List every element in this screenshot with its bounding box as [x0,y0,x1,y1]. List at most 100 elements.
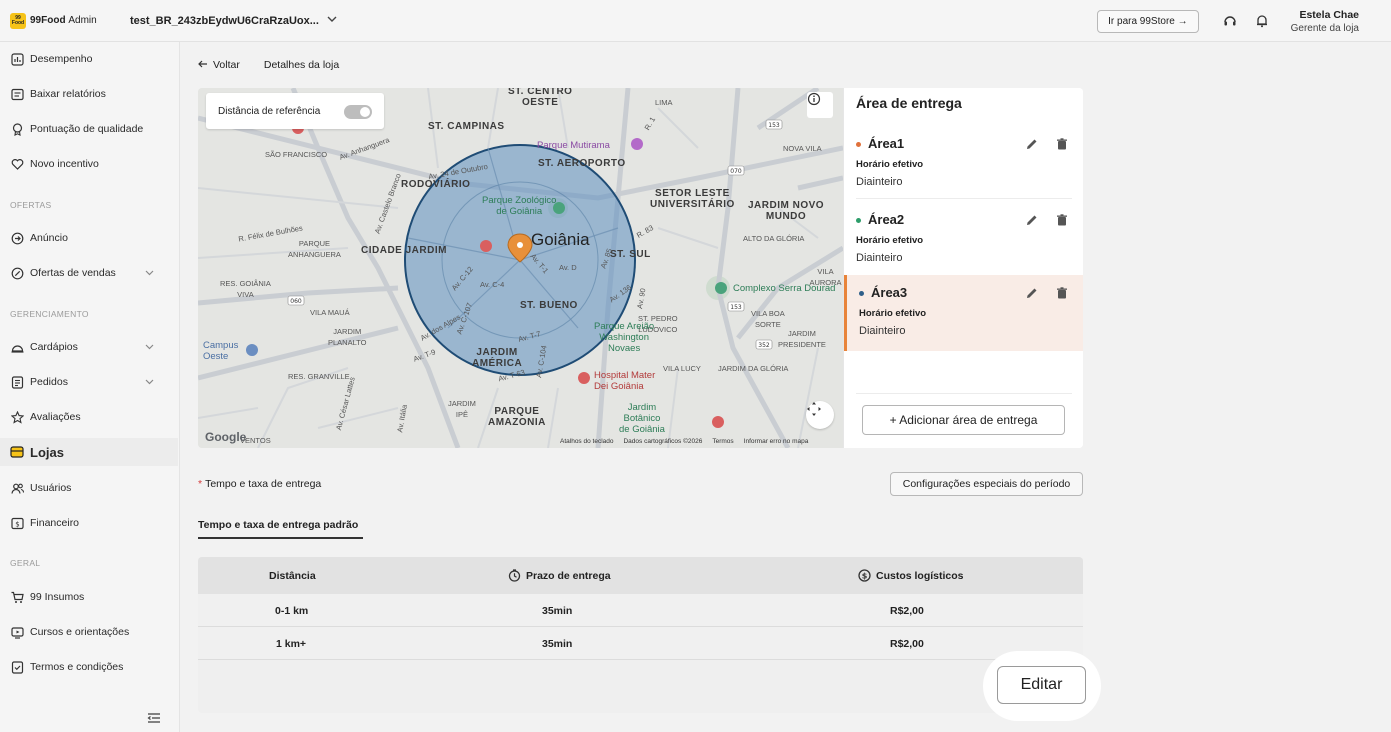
sidebar-item-cursos[interactable]: Cursos e orientações [10,618,170,646]
chevron-down-icon [145,268,154,278]
sidebar: Desempenho Baixar relatórios Pontuação d… [0,42,180,732]
map-label-city: Goiânia [531,230,590,249]
area-panel-title: Área de entrega [856,95,962,111]
map-label-parque-anhanguera: PARQUE ANHANGUERA [288,239,341,259]
route-shield: 070 [730,168,742,175]
breadcrumb-current: Detalhes da loja [263,59,340,71]
column-header-label: Distância [269,570,316,582]
map-footer-terms[interactable]: Termos [712,438,733,445]
route-shield: 153 [730,304,742,311]
pencil-icon[interactable] [1025,286,1039,300]
table-row: 0-1 km 35min R$2,00 [198,594,1083,627]
sidebar-item-label: Desempenho [30,53,93,65]
map-label-jardim-planalto: JARDIM PLANALTO [328,327,367,347]
map-poi-jardim-botanico: Jardim Botânico de Goiânia [619,402,665,435]
sidebar-item-lojas[interactable]: Lojas [0,438,178,466]
list-icon [10,375,24,389]
area-item-1[interactable]: Área1 Horário efetivo Diainteiro [844,126,1083,202]
sidebar-item-label: Avaliações [30,411,81,423]
clock-icon [508,569,521,582]
user-menu[interactable]: Estela Chae Gerente da loja [1291,9,1359,34]
chevron-down-icon [145,342,154,352]
map-label-st-centro-oeste: ST. CENTRO OESTE [508,88,573,108]
cell-cost: R$2,00 [890,638,924,650]
breadcrumb: Voltar Detalhes da loja [198,59,339,71]
map-footer: Atalhos do teclado Dados cartográficos ©… [560,438,808,445]
trash-icon[interactable] [1055,213,1069,227]
arrow-circle-icon [10,231,24,245]
sidebar-item-pedidos[interactable]: Pedidos [10,368,170,396]
area-item-3[interactable]: Área3 Horário efetivo Diainteiro [844,275,1083,351]
map-label-jardim-presidente: JARDIM PRESIDENTE [778,329,826,349]
store-selector[interactable]: test_BR_243zbEydwU6CraRzaUox... [130,15,337,27]
add-delivery-area-button[interactable]: + Adicionar área de entrega [862,405,1065,435]
area-schedule-label: Horário efetivo [856,159,924,170]
sidebar-item-label: Lojas [30,444,64,460]
map-poi-complexo-serra: Complexo Serra Dourad [733,283,836,294]
map-label-alto-da-gloria: ALTO DA GLÓRIA [743,234,805,243]
sidebar-item-99-insumos[interactable]: 99 Insumos [10,583,170,611]
svg-text:$: $ [15,520,19,528]
area-item-2[interactable]: Área2 Horário efetivo Diainteiro [844,202,1083,278]
map-footer-report[interactable]: Informar erro no mapa [744,438,809,445]
sidebar-item-ofertas-vendas[interactable]: Ofertas de vendas [10,259,170,287]
map-info-button[interactable] [807,92,833,118]
required-marker: * [198,478,203,490]
cell-time: 35min [542,605,573,617]
store-icon [10,445,24,459]
map-label-vila-lucy: VILA LUCY [663,364,701,373]
area-schedule-value: Diainteiro [856,176,903,188]
sidebar-item-termos[interactable]: Termos e condições [10,653,170,681]
bell-icon[interactable] [1255,14,1269,28]
trash-icon[interactable] [1055,137,1069,151]
heart-icon [10,157,24,171]
sidebar-item-cardapios[interactable]: Cardápios [10,333,170,361]
pencil-icon[interactable] [1025,137,1039,151]
column-header-cost: $ Custos logísticos [858,569,964,582]
badge-icon [10,122,24,136]
area-color-dot [856,218,861,223]
sidebar-item-pontuacao[interactable]: Pontuação de qualidade [10,115,170,143]
edit-button[interactable]: Editar [997,666,1086,704]
map-label-st-aeroporto: ST. AEROPORTO [538,158,626,169]
route-shield: 352 [758,342,770,349]
delivery-time-section-label: * Tempo e taxa de entrega [198,478,321,490]
area-name: Área2 [868,212,905,227]
sidebar-item-avaliacoes[interactable]: Avaliações [10,403,170,431]
back-link[interactable]: Voltar [198,59,240,71]
brand[interactable]: 99 Food 99Food Admin [10,12,128,29]
sidebar-item-desempenho[interactable]: Desempenho [10,45,170,73]
map-label-st-bueno: ST. BUENO [520,300,578,311]
map-fullscreen-button[interactable] [806,401,834,429]
map-footer-data: Dados cartográficos ©2026 [623,438,703,445]
delivery-map[interactable]: 060 153 352 070 153 ST. CENTRO OESTE ST.… [198,88,843,448]
tab-default-delivery[interactable]: Tempo e taxa de entrega padrão [198,519,358,531]
map-label-vila-boa-sorte: VILA BOA SORTE [751,309,785,329]
area-schedule-value: Diainteiro [859,325,906,337]
svg-text:$: $ [862,572,868,581]
go-to-99store-button[interactable]: Ir para 99Store → [1097,9,1199,33]
map-road-av-c4: Av. C-4 [480,280,505,289]
reference-distance-switch[interactable] [344,105,372,119]
dollar-circle-icon: $ [858,569,871,582]
sidebar-item-baixar-relatorios[interactable]: Baixar relatórios [10,80,170,108]
collapse-sidebar-icon[interactable] [147,712,161,727]
user-role: Gerente da loja [1290,22,1359,34]
sidebar-item-usuarios[interactable]: Usuários [10,474,170,502]
trash-icon[interactable] [1055,286,1069,300]
special-period-config-button[interactable]: Configurações especiais do período [890,472,1083,496]
brand-name: 99Food Admin [30,15,97,26]
map-footer-shortcuts[interactable]: Atalhos do teclado [560,438,613,445]
sidebar-item-anuncio[interactable]: Anúncio [10,224,170,252]
sidebar-item-label: 99 Insumos [30,591,85,603]
pencil-icon[interactable] [1025,213,1039,227]
cell-time: 35min [542,638,573,650]
sidebar-item-financeiro[interactable]: $ Financeiro [10,509,170,537]
cart-icon [10,590,24,604]
map-label-setor-leste: SETOR LESTE UNIVERSITÁRIO [650,188,735,210]
area-schedule-label: Horário efetivo [856,235,924,246]
sidebar-item-novo-incentivo[interactable]: Novo incentivo [10,150,170,178]
headset-icon[interactable] [1223,14,1237,28]
cell-distance: 0-1 km [275,605,309,617]
area-schedule-label: Horário efetivo [859,308,927,319]
